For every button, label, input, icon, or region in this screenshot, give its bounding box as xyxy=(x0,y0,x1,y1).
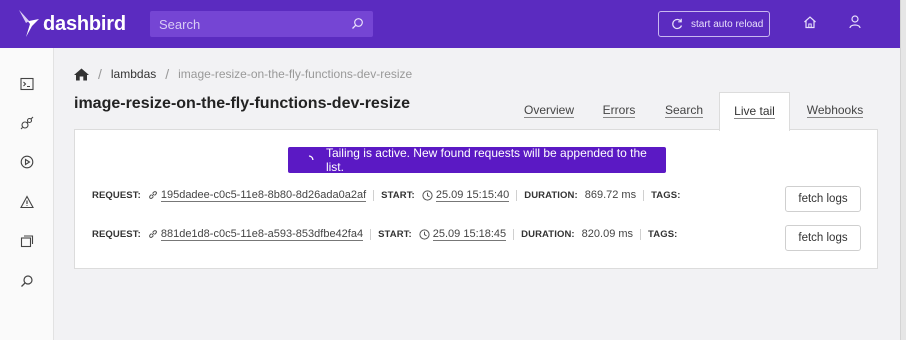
breadcrumb-current: image-resize-on-the-fly-functions-dev-re… xyxy=(178,67,413,81)
dashbird-logo[interactable]: dashbird xyxy=(17,8,126,40)
banner-text: Tailing is active. New found requests wi… xyxy=(325,146,647,174)
duration-label: DURATION: xyxy=(524,189,578,201)
play-icon[interactable] xyxy=(20,155,34,169)
reload-icon xyxy=(672,18,683,30)
top-bar: dashbird start auto reload xyxy=(0,0,900,48)
global-search xyxy=(150,11,373,37)
search-icon[interactable] xyxy=(351,17,364,30)
tab-label: Webhooks xyxy=(806,103,864,118)
window-scrollbar[interactable] xyxy=(900,0,906,340)
divider xyxy=(370,228,372,240)
clock-icon xyxy=(422,189,433,201)
breadcrumb: / lambdas / image-resize-on-the-fly-func… xyxy=(74,66,412,82)
tab-search[interactable]: Search xyxy=(659,92,709,130)
reload-label: start auto reload xyxy=(691,18,764,30)
breadcrumb-separator: / xyxy=(165,66,170,82)
home-icon[interactable] xyxy=(74,68,89,81)
user-icon[interactable] xyxy=(849,15,861,29)
link-icon xyxy=(148,191,157,199)
request-row: REQUEST: 195dadee-c0c5-11e8-8b80-8d26ada… xyxy=(92,186,680,204)
start-label: START: xyxy=(381,189,415,201)
tab-webhooks[interactable]: Webhooks xyxy=(800,92,870,130)
tab-label: Search xyxy=(664,103,704,118)
start-auto-reload-button[interactable]: start auto reload xyxy=(658,11,770,37)
page-title: image-resize-on-the-fly-functions-dev-re… xyxy=(74,95,411,112)
tab-live-tail[interactable]: Live tail xyxy=(719,92,790,131)
spinner-icon xyxy=(308,155,314,161)
request-label: REQUEST: xyxy=(92,228,141,240)
clock-icon xyxy=(419,228,430,240)
app-name: dashbird xyxy=(43,12,126,35)
fetch-logs-button[interactable]: fetch logs xyxy=(785,225,861,251)
start-time[interactable]: 25.09 15:18:45 xyxy=(432,228,507,241)
sidebar xyxy=(0,48,54,340)
dashbird-logo-icon xyxy=(19,10,39,37)
tab-label: Errors xyxy=(602,103,636,118)
tab-label: Overview xyxy=(523,103,574,118)
search-icon[interactable] xyxy=(20,274,34,288)
start-label: START: xyxy=(378,228,412,240)
fetch-logs-button[interactable]: fetch logs xyxy=(785,186,861,212)
tab-label: Live tail xyxy=(734,104,775,119)
live-tail-panel: Tailing is active. New found requests wi… xyxy=(74,129,878,269)
divider xyxy=(373,189,375,201)
duration-label: DURATION: xyxy=(521,228,575,240)
start-time[interactable]: 25.09 15:15:40 xyxy=(435,189,510,202)
terminal-icon[interactable] xyxy=(20,77,34,91)
tab-errors[interactable]: Errors xyxy=(596,92,642,130)
plug-icon[interactable] xyxy=(20,116,34,130)
tailing-status-banner: Tailing is active. New found requests wi… xyxy=(288,146,666,174)
stack-icon[interactable] xyxy=(20,234,34,248)
alert-icon[interactable] xyxy=(20,195,34,209)
duration-value: 869.72 ms xyxy=(584,189,637,201)
divider xyxy=(643,189,645,201)
breadcrumb-separator: / xyxy=(98,66,102,82)
request-row: REQUEST: 881de1d8-c0c5-11e8-a593-853dfbe… xyxy=(92,225,677,243)
tags-label: TAGS: xyxy=(648,228,678,240)
divider xyxy=(513,228,515,240)
divider xyxy=(516,189,518,201)
search-input[interactable] xyxy=(150,11,335,37)
tab-overview[interactable]: Overview xyxy=(518,92,580,130)
breadcrumb-lambdas[interactable]: lambdas xyxy=(111,67,156,81)
divider xyxy=(640,228,642,240)
home-icon[interactable] xyxy=(803,15,817,29)
duration-value: 820.09 ms xyxy=(581,228,634,240)
tags-label: TAGS: xyxy=(651,189,681,201)
request-label: REQUEST: xyxy=(92,189,141,201)
request-id-link[interactable]: 195dadee-c0c5-11e8-8b80-8d26ada0a2af xyxy=(160,189,367,202)
link-icon xyxy=(148,230,157,238)
request-id-link[interactable]: 881de1d8-c0c5-11e8-a593-853dfbe42fa4 xyxy=(160,228,364,241)
